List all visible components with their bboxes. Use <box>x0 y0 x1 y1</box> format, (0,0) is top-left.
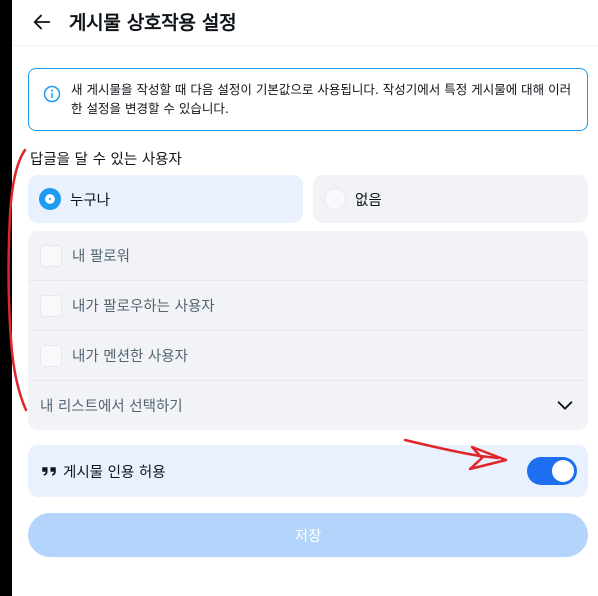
reply-section-label: 답글을 달 수 있는 사용자 <box>30 152 182 168</box>
option-label: 내가 멘션한 사용자 <box>72 349 188 365</box>
header: 게시물 상호작용 설정 <box>12 0 598 46</box>
radio-everyone[interactable]: 누구나 <box>28 175 303 223</box>
option-label: 내 팔로워 <box>72 249 130 265</box>
option-following[interactable]: 내가 팔로우하는 사용자 <box>28 281 588 331</box>
info-icon <box>43 85 61 103</box>
radio-nobody[interactable]: 없음 <box>313 175 588 223</box>
option-label: 내가 팔로우하는 사용자 <box>72 299 215 315</box>
select-from-lists-label: 내 리스트에서 선택하기 <box>40 398 183 415</box>
window-edge <box>0 0 12 596</box>
info-banner: 새 게시물을 작성할 때 다음 설정이 기본값으로 사용됩니다. 작성기에서 특… <box>28 68 588 131</box>
page-title: 게시물 상호작용 설정 <box>69 12 237 34</box>
info-text: 새 게시물을 작성할 때 다음 설정이 기본값으로 사용됩니다. 작성기에서 특… <box>71 82 572 116</box>
chevron-down-icon <box>557 401 573 410</box>
back-button[interactable] <box>30 10 54 34</box>
radio-unselected-icon <box>324 188 346 210</box>
allow-quote-label: 게시물 인용 허용 <box>63 464 166 481</box>
option-mentioned[interactable]: 내가 멘션한 사용자 <box>28 331 588 381</box>
select-from-lists[interactable]: 내 리스트에서 선택하기 <box>28 380 588 430</box>
save-button[interactable]: 저장 <box>28 513 588 557</box>
allow-quote-toggle[interactable] <box>527 457 577 485</box>
radio-nobody-label: 없음 <box>355 192 382 209</box>
checkbox[interactable] <box>40 294 62 317</box>
arrow-left-icon <box>33 14 51 30</box>
toggle-knob <box>552 460 574 482</box>
radio-selected-icon <box>39 188 61 210</box>
reply-options-group: 내 팔로워 내가 팔로우하는 사용자 내가 멘션한 사용자 내 리스트에서 선택… <box>28 231 588 430</box>
option-followers[interactable]: 내 팔로워 <box>28 231 588 281</box>
quote-icon <box>42 467 56 476</box>
checkbox[interactable] <box>40 244 62 267</box>
allow-quote-row: 게시물 인용 허용 <box>28 445 588 497</box>
checkbox[interactable] <box>40 344 62 367</box>
radio-everyone-label: 누구나 <box>70 192 111 209</box>
